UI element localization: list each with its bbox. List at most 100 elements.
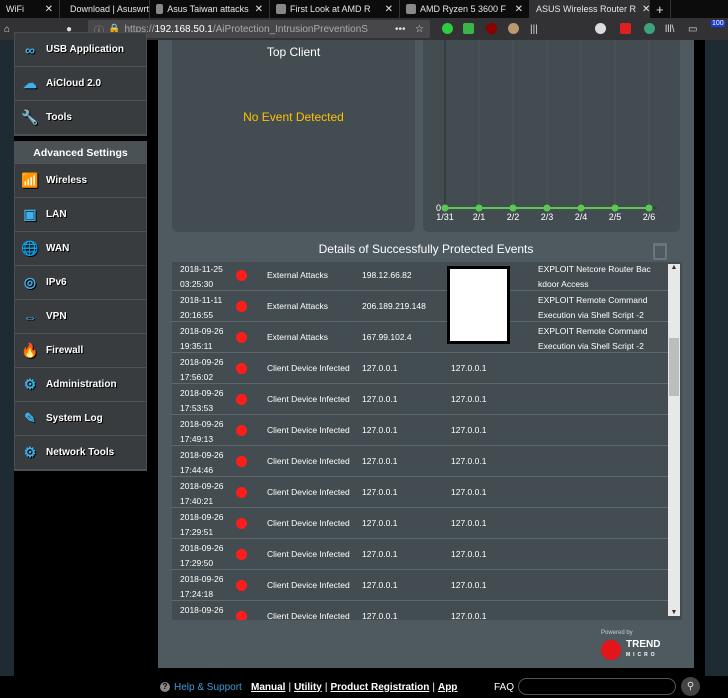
browser-tab[interactable]: ASUS Wireless Router R ✕ (530, 0, 650, 18)
sidebar-item-administration[interactable]: ⚙ Administration (15, 368, 146, 402)
sidebar-item-label: AiCloud 2.0 (46, 78, 102, 89)
library-bars-icon[interactable]: ||| (530, 24, 538, 35)
x-tick-label: 2/6 (643, 212, 656, 222)
data-point[interactable] (441, 204, 449, 212)
separator: | (288, 681, 292, 693)
event-description (538, 355, 663, 370)
browser-tab[interactable]: WiFi ✕ (0, 0, 60, 18)
sidebar-item-label: Tools (46, 112, 72, 123)
notification-badge[interactable]: 100 (711, 20, 725, 27)
x-tick-label: 2/3 (541, 212, 554, 222)
status-dot (236, 549, 247, 560)
close-tab-icon[interactable]: ✕ (636, 4, 649, 15)
search-button[interactable]: ⚲ (681, 677, 700, 696)
extension-green-icon[interactable] (442, 23, 453, 34)
browser-tab[interactable]: AMD Ryzen 5 3600 F ✕ (400, 0, 530, 18)
trend-micro-logo: TREND MICRO (601, 640, 660, 660)
sidebar-item-tools[interactable]: 🔧 Tools (15, 101, 146, 135)
help-label[interactable]: Help & Support (174, 682, 242, 693)
bookmark-star-icon[interactable]: ☆ (415, 24, 424, 35)
home-icon[interactable]: ⌂ (4, 24, 10, 35)
sidebar-item-ipv6[interactable]: ◎ IPv6 (15, 266, 146, 300)
status-dot (236, 518, 247, 529)
table-row: 2018-11-11 20:16:55 External Attacks 206.… (172, 291, 668, 322)
scroll-down-icon[interactable]: ▼ (668, 609, 680, 616)
browser-tab-strip: WiFi✕Download | Asuswrt✕Asus Taiwan atta… (0, 0, 728, 18)
sidebar-icon[interactable]: ▭ (688, 24, 697, 35)
table-row: 2018-09-26 17:56:02 Client Device Infecte… (172, 353, 668, 384)
sidebar-item-label: Wireless (46, 175, 88, 186)
event-type: Client Device Infected (267, 456, 350, 466)
table-row: 2018-09-26 17:29:51 Client Device Infecte… (172, 508, 668, 539)
wireless-icon: 📶 (21, 172, 39, 188)
sidebar-item-wireless[interactable]: 📶 Wireless (15, 164, 146, 198)
scroll-up-icon[interactable]: ▲ (668, 264, 680, 271)
x-tick-label: 2/4 (575, 212, 588, 222)
target-ip: 127.0.0.1 (451, 394, 487, 404)
status-dot (236, 425, 247, 436)
table-scrollbar[interactable]: ▲ ▼ (668, 264, 680, 616)
tab-favicon-icon (406, 4, 416, 14)
browser-tab[interactable]: First Look at AMD R ✕ (270, 0, 400, 18)
extension-s-icon[interactable] (620, 23, 631, 34)
y-tick-label: 0 (436, 203, 441, 213)
event-time: 2018-11-11 20:16:55 (180, 295, 223, 320)
sidebar-item-lan[interactable]: ▣ LAN (15, 198, 146, 232)
data-point[interactable] (509, 204, 517, 212)
footer-link[interactable]: Utility (294, 682, 322, 693)
close-tab-icon[interactable]: ✕ (249, 4, 263, 15)
event-description: EXPLOIT Remote Command Execution via Shel… (538, 326, 648, 351)
wrench-icon: 🔧 (21, 109, 39, 125)
event-time: 2018-09-26 17:24:18 (180, 574, 224, 599)
library-icon[interactable]: lll\ (665, 24, 674, 35)
url-host: 192.168.50.1 (154, 23, 213, 35)
extension-circle-icon[interactable] (595, 23, 606, 34)
data-point[interactable] (645, 204, 653, 212)
data-point[interactable] (475, 204, 483, 212)
status-dot (236, 301, 247, 312)
browser-tab[interactable]: Download | Asuswrt✕ (60, 0, 150, 18)
new-tab-button[interactable]: + (650, 0, 671, 18)
help-support[interactable]: ? Help & Support (160, 682, 242, 693)
sidebar-item-network-tools[interactable]: ⚙ Network Tools (15, 436, 146, 470)
sidebar-advanced: Advanced Settings 📶 Wireless ▣ LAN 🌐 WAN ◎ IPv6… (14, 141, 147, 471)
extension-teal-icon[interactable] (644, 23, 655, 34)
event-time: 2018-09-26 17:53:53 (180, 388, 224, 413)
event-type: External Attacks (267, 301, 328, 311)
page-actions-icon[interactable]: ••• (395, 24, 406, 35)
footer-link[interactable]: Manual (251, 682, 285, 693)
scroll-thumb[interactable] (669, 338, 679, 396)
sidebar-item-aicloud-2-0[interactable]: ☁ AiCloud 2.0 (15, 67, 146, 101)
event-time: 2018-09-26 17:49:13 (180, 419, 224, 444)
data-point[interactable] (611, 204, 619, 212)
sidebar-item-label: IPv6 (46, 277, 67, 288)
sidebar-item-wan[interactable]: 🌐 WAN (15, 232, 146, 266)
sidebar-item-system-log[interactable]: ✎ System Log (15, 402, 146, 436)
sidebar-item-vpn[interactable]: ⇔ VPN (15, 300, 146, 334)
sidebar-item-usb-application[interactable]: ∞ USB Application (15, 33, 146, 67)
extension-cookie-icon[interactable] (508, 23, 519, 34)
ublock-icon[interactable] (486, 23, 497, 34)
close-tab-icon[interactable]: ✕ (39, 4, 53, 15)
sidebar-item-label: USB Application (46, 44, 124, 55)
data-point[interactable] (577, 204, 585, 212)
close-tab-icon[interactable]: ✕ (379, 4, 393, 15)
data-point[interactable] (543, 204, 551, 212)
footer-link[interactable]: App (438, 682, 457, 693)
target-ip: 127.0.0.1 (451, 487, 487, 497)
sidebar-item-firewall[interactable]: 🔥 Firewall (15, 334, 146, 368)
footer-link[interactable]: Product Registration (330, 682, 429, 693)
trash-icon[interactable] (653, 243, 667, 260)
source-ip: 198.12.66.82 (362, 270, 412, 280)
extension-sheet-icon[interactable] (463, 23, 474, 34)
event-description (538, 510, 663, 525)
log-icon: ✎ (24, 410, 36, 426)
faq-search-input[interactable] (518, 678, 676, 695)
firewall-icon: 🔥 (21, 342, 39, 358)
x-tick-label: 1/31 (436, 212, 454, 222)
tab-title: AMD Ryzen 5 3600 F (420, 4, 507, 14)
browser-tab[interactable]: Asus Taiwan attacks ✕ (150, 0, 270, 18)
event-time: 2018-09-26 17:44:46 (180, 450, 224, 475)
event-description (538, 386, 663, 401)
close-tab-icon[interactable]: ✕ (509, 4, 523, 15)
